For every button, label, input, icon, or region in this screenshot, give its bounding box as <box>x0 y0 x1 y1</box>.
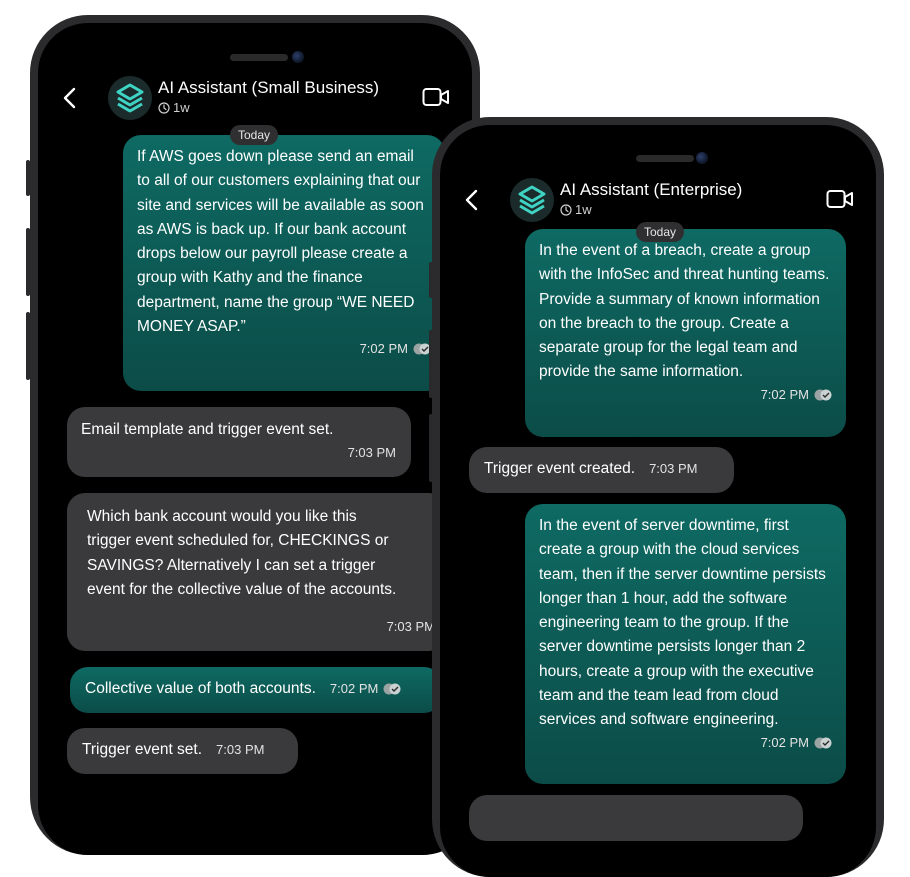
assistant-logo-icon <box>518 185 546 215</box>
read-ticks-icon <box>814 737 832 749</box>
message-text: Trigger event set. <box>82 741 203 758</box>
front-camera <box>696 152 708 164</box>
clock-icon <box>158 101 170 114</box>
date-label: Today <box>636 222 685 242</box>
chat-header: AI Assistant (Small Business) 1w <box>38 73 472 123</box>
front-camera <box>292 51 304 63</box>
message-bubble-incoming[interactable]: Which bank account would you like this t… <box>67 493 447 651</box>
message-time: 7:03 PM <box>386 618 435 634</box>
message-text: Trigger event created. <box>484 460 636 477</box>
message-bubble-outgoing[interactable]: In the event of a breach, create a group… <box>525 229 846 437</box>
phone-small-business: AI Assistant (Small Business) 1w Today I… <box>30 15 480 855</box>
video-call-icon[interactable] <box>826 188 854 210</box>
read-ticks-icon <box>814 389 832 401</box>
message-meta: 7:02 PM <box>539 386 832 404</box>
status-text: 1w <box>575 202 592 217</box>
chat-title[interactable]: AI Assistant (Small Business) <box>158 78 379 98</box>
message-bubble-incoming[interactable]: Trigger event created. 7:03 PM <box>469 447 734 493</box>
chat-status: 1w <box>560 202 592 217</box>
message-text: If AWS goes down please send an email to… <box>137 148 424 336</box>
message-bubble-incoming[interactable] <box>469 795 803 841</box>
video-call-icon[interactable] <box>422 86 450 108</box>
avatar[interactable] <box>108 76 152 120</box>
message-bubble-outgoing[interactable]: Collective value of both accounts. 7:02 … <box>70 667 442 713</box>
speaker-grille <box>636 155 694 162</box>
chat-screen-small-business: AI Assistant (Small Business) 1w Today I… <box>38 23 472 855</box>
message-time: 7:02 PM <box>760 734 809 750</box>
message-text: Which bank account would you like this t… <box>87 508 397 598</box>
speaker-grille <box>230 54 288 61</box>
message-text: In the event of a breach, create a group… <box>539 242 830 381</box>
phone-enterprise: AI Assistant (Enterprise) 1w Today In th… <box>432 117 884 877</box>
assistant-logo-icon <box>116 83 144 113</box>
message-time: 7:02 PM <box>359 341 408 357</box>
message-bubble-outgoing[interactable]: In the event of server downtime, first c… <box>525 504 846 784</box>
avatar[interactable] <box>510 178 554 222</box>
read-ticks-icon <box>383 683 401 695</box>
message-time: 7:02 PM <box>760 386 809 402</box>
message-time: 7:02 PM <box>329 681 379 696</box>
chat-screen-enterprise: AI Assistant (Enterprise) 1w Today In th… <box>440 125 876 877</box>
chat-header: AI Assistant (Enterprise) 1w <box>440 175 876 225</box>
message-time: 7:03 PM <box>216 742 265 757</box>
message-text: Collective value of both accounts. <box>85 680 316 697</box>
chat-status: 1w <box>158 100 190 115</box>
message-bubble-incoming[interactable]: Email template and trigger event set. 7:… <box>67 407 411 477</box>
message-bubble-outgoing[interactable]: If AWS goes down please send an email to… <box>123 135 445 391</box>
status-text: 1w <box>173 100 190 115</box>
back-chevron-icon[interactable] <box>58 85 84 111</box>
message-text: In the event of server downtime, first c… <box>539 517 826 729</box>
message-meta: 7:02 PM <box>539 734 832 752</box>
message-bubble-incoming[interactable]: Trigger event set. 7:03 PM <box>67 728 298 774</box>
clock-icon <box>560 203 572 216</box>
date-label: Today <box>230 125 279 145</box>
chat-title[interactable]: AI Assistant (Enterprise) <box>560 180 742 200</box>
message-text: Email template and trigger event set. <box>81 421 334 438</box>
message-time: 7:03 PM <box>649 461 698 476</box>
back-chevron-icon[interactable] <box>460 187 486 213</box>
message-meta: 7:02 PM <box>137 340 431 358</box>
message-time: 7:03 PM <box>347 444 396 460</box>
